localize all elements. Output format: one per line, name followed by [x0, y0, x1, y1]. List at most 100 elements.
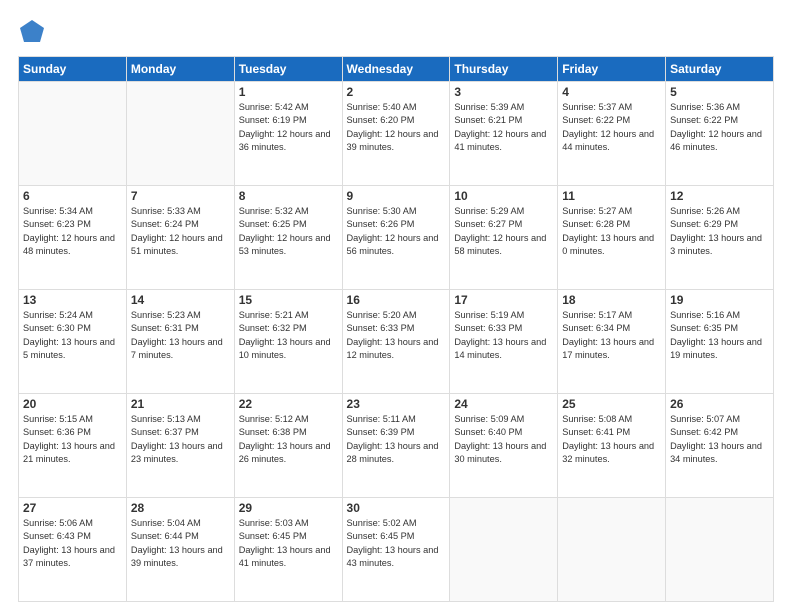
weekday-header: Sunday [19, 57, 127, 82]
day-number: 26 [670, 397, 769, 411]
day-info: Sunrise: 5:03 AM Sunset: 6:45 PM Dayligh… [239, 517, 338, 570]
calendar-cell: 10 Sunrise: 5:29 AM Sunset: 6:27 PM Dayli… [450, 186, 558, 290]
day-number: 8 [239, 189, 338, 203]
day-number: 29 [239, 501, 338, 515]
calendar-cell: 5 Sunrise: 5:36 AM Sunset: 6:22 PM Daylig… [666, 82, 774, 186]
logo-icon [18, 18, 46, 46]
calendar-cell: 26 Sunrise: 5:07 AM Sunset: 6:42 PM Dayli… [666, 394, 774, 498]
logo [18, 18, 50, 46]
day-info: Sunrise: 5:15 AM Sunset: 6:36 PM Dayligh… [23, 413, 122, 466]
calendar-cell: 19 Sunrise: 5:16 AM Sunset: 6:35 PM Dayli… [666, 290, 774, 394]
day-number: 4 [562, 85, 661, 99]
day-info: Sunrise: 5:04 AM Sunset: 6:44 PM Dayligh… [131, 517, 230, 570]
day-info: Sunrise: 5:08 AM Sunset: 6:41 PM Dayligh… [562, 413, 661, 466]
day-info: Sunrise: 5:02 AM Sunset: 6:45 PM Dayligh… [347, 517, 446, 570]
calendar-cell: 23Sunrise: 5:11 AM Sunset: 6:39 PM Dayli… [342, 394, 450, 498]
calendar-week-row: 13 Sunrise: 5:24 AM Sunset: 6:30 PM Dayli… [19, 290, 774, 394]
calendar-cell: 16 Sunrise: 5:20 AM Sunset: 6:33 PM Dayli… [342, 290, 450, 394]
day-info: Sunrise: 5:29 AM Sunset: 6:27 PM Dayligh… [454, 205, 553, 258]
day-number: 9 [347, 189, 446, 203]
day-info: Sunrise: 5:40 AM Sunset: 6:20 PM Dayligh… [347, 101, 446, 154]
day-number: 14 [131, 293, 230, 307]
calendar-cell: 3 Sunrise: 5:39 AM Sunset: 6:21 PM Daylig… [450, 82, 558, 186]
calendar-cell: 22Sunrise: 5:12 AM Sunset: 6:38 PM Dayli… [234, 394, 342, 498]
page: SundayMondayTuesdayWednesdayThursdayFrid… [0, 0, 792, 612]
day-number: 20 [23, 397, 122, 411]
calendar-week-row: 20 Sunrise: 5:15 AM Sunset: 6:36 PM Dayli… [19, 394, 774, 498]
calendar-cell: 8 Sunrise: 5:32 AM Sunset: 6:25 PM Daylig… [234, 186, 342, 290]
weekday-header: Saturday [666, 57, 774, 82]
day-info: Sunrise: 5:17 AM Sunset: 6:34 PM Dayligh… [562, 309, 661, 362]
weekday-header: Friday [558, 57, 666, 82]
calendar-cell: 27 Sunrise: 5:06 AM Sunset: 6:43 PM Dayli… [19, 498, 127, 602]
day-info: Sunrise: 5:27 AM Sunset: 6:28 PM Dayligh… [562, 205, 661, 258]
weekday-header: Wednesday [342, 57, 450, 82]
day-number: 12 [670, 189, 769, 203]
calendar-week-row: 27 Sunrise: 5:06 AM Sunset: 6:43 PM Dayli… [19, 498, 774, 602]
calendar-cell: 29 Sunrise: 5:03 AM Sunset: 6:45 PM Dayli… [234, 498, 342, 602]
day-info: Sunrise: 5:34 AM Sunset: 6:23 PM Dayligh… [23, 205, 122, 258]
day-info: Sunrise: 5:23 AM Sunset: 6:31 PM Dayligh… [131, 309, 230, 362]
day-info: Sunrise: 5:13 AM Sunset: 6:37 PM Dayligh… [131, 413, 230, 466]
calendar-cell: 30 Sunrise: 5:02 AM Sunset: 6:45 PM Dayli… [342, 498, 450, 602]
day-info: Sunrise: 5:42 AM Sunset: 6:19 PM Dayligh… [239, 101, 338, 154]
day-number: 15 [239, 293, 338, 307]
day-info: Sunrise: 5:20 AM Sunset: 6:33 PM Dayligh… [347, 309, 446, 362]
calendar-cell: 21 Sunrise: 5:13 AM Sunset: 6:37 PM Dayli… [126, 394, 234, 498]
day-number: 18 [562, 293, 661, 307]
calendar-cell: 18 Sunrise: 5:17 AM Sunset: 6:34 PM Dayli… [558, 290, 666, 394]
day-number: 25 [562, 397, 661, 411]
day-number: 3 [454, 85, 553, 99]
day-number: 30 [347, 501, 446, 515]
day-info: Sunrise: 5:33 AM Sunset: 6:24 PM Dayligh… [131, 205, 230, 258]
day-number: 24 [454, 397, 553, 411]
day-number: 2 [347, 85, 446, 99]
calendar-cell [558, 498, 666, 602]
calendar-cell: 7 Sunrise: 5:33 AM Sunset: 6:24 PM Daylig… [126, 186, 234, 290]
calendar-cell: 20 Sunrise: 5:15 AM Sunset: 6:36 PM Dayli… [19, 394, 127, 498]
day-number: 7 [131, 189, 230, 203]
day-info: Sunrise: 5:07 AM Sunset: 6:42 PM Dayligh… [670, 413, 769, 466]
calendar-week-row: 6Sunrise: 5:34 AM Sunset: 6:23 PM Daylig… [19, 186, 774, 290]
calendar-cell: 13 Sunrise: 5:24 AM Sunset: 6:30 PM Dayli… [19, 290, 127, 394]
calendar-table: SundayMondayTuesdayWednesdayThursdayFrid… [18, 56, 774, 602]
calendar-cell [126, 82, 234, 186]
day-info: Sunrise: 5:32 AM Sunset: 6:25 PM Dayligh… [239, 205, 338, 258]
calendar-cell: 17 Sunrise: 5:19 AM Sunset: 6:33 PM Dayli… [450, 290, 558, 394]
calendar-cell [19, 82, 127, 186]
day-info: Sunrise: 5:19 AM Sunset: 6:33 PM Dayligh… [454, 309, 553, 362]
day-number: 11 [562, 189, 661, 203]
calendar-cell [450, 498, 558, 602]
day-number: 5 [670, 85, 769, 99]
day-number: 17 [454, 293, 553, 307]
day-info: Sunrise: 5:06 AM Sunset: 6:43 PM Dayligh… [23, 517, 122, 570]
day-number: 21 [131, 397, 230, 411]
day-number: 19 [670, 293, 769, 307]
day-number: 23 [347, 397, 446, 411]
day-number: 16 [347, 293, 446, 307]
weekday-header: Thursday [450, 57, 558, 82]
calendar-week-row: 1 Sunrise: 5:42 AM Sunset: 6:19 PM Daylig… [19, 82, 774, 186]
calendar-cell: 12Sunrise: 5:26 AM Sunset: 6:29 PM Dayli… [666, 186, 774, 290]
weekday-header: Monday [126, 57, 234, 82]
day-number: 13 [23, 293, 122, 307]
day-number: 1 [239, 85, 338, 99]
day-number: 10 [454, 189, 553, 203]
calendar-cell: 15Sunrise: 5:21 AM Sunset: 6:32 PM Dayli… [234, 290, 342, 394]
calendar-cell: 9 Sunrise: 5:30 AM Sunset: 6:26 PM Daylig… [342, 186, 450, 290]
day-info: Sunrise: 5:36 AM Sunset: 6:22 PM Dayligh… [670, 101, 769, 154]
calendar-cell: 28Sunrise: 5:04 AM Sunset: 6:44 PM Dayli… [126, 498, 234, 602]
calendar-cell: 25 Sunrise: 5:08 AM Sunset: 6:41 PM Dayli… [558, 394, 666, 498]
day-info: Sunrise: 5:39 AM Sunset: 6:21 PM Dayligh… [454, 101, 553, 154]
day-info: Sunrise: 5:24 AM Sunset: 6:30 PM Dayligh… [23, 309, 122, 362]
calendar-cell [666, 498, 774, 602]
day-number: 27 [23, 501, 122, 515]
weekday-header-row: SundayMondayTuesdayWednesdayThursdayFrid… [19, 57, 774, 82]
calendar-cell: 24Sunrise: 5:09 AM Sunset: 6:40 PM Dayli… [450, 394, 558, 498]
day-info: Sunrise: 5:12 AM Sunset: 6:38 PM Dayligh… [239, 413, 338, 466]
calendar-cell: 4Sunrise: 5:37 AM Sunset: 6:22 PM Daylig… [558, 82, 666, 186]
calendar-cell: 6Sunrise: 5:34 AM Sunset: 6:23 PM Daylig… [19, 186, 127, 290]
header [18, 18, 774, 46]
day-info: Sunrise: 5:16 AM Sunset: 6:35 PM Dayligh… [670, 309, 769, 362]
day-info: Sunrise: 5:30 AM Sunset: 6:26 PM Dayligh… [347, 205, 446, 258]
